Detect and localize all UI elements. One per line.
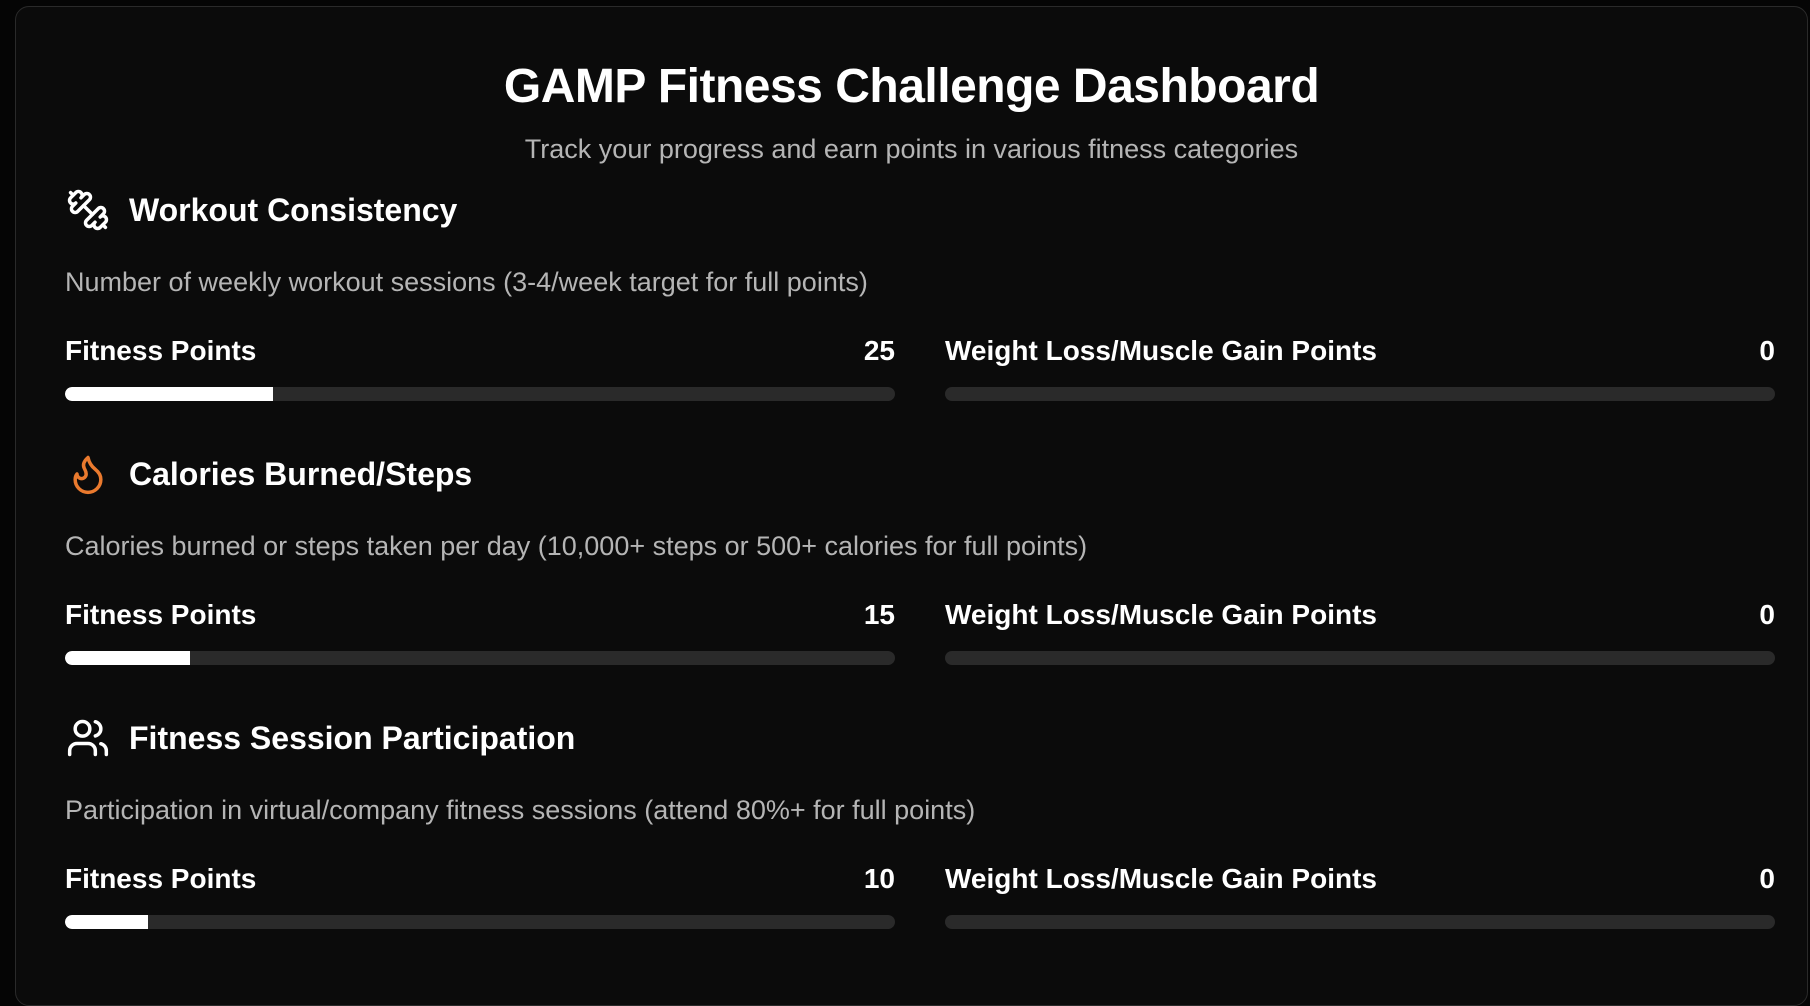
progress-fill [65,387,273,401]
fitness-points-metric: Fitness Points 10 [65,863,895,929]
weight-points-label: Weight Loss/Muscle Gain Points [945,335,1377,366]
weight-points-progress-bar [945,915,1775,929]
fitness-points-label: Fitness Points [65,599,257,630]
section-description: Number of weekly workout sessions (3-4/w… [65,267,868,297]
dashboard-header: GAMP Fitness Challenge Dashboard Track y… [16,7,1807,165]
weight-points-metric: Weight Loss/Muscle Gain Points 0 [945,863,1775,929]
section-title: Calories Burned/Steps [129,455,473,492]
section-description: Calories burned or steps taken per day (… [65,531,1088,561]
weight-points-value: 0 [1759,335,1775,366]
users-icon [65,715,111,761]
fitness-points-metric: Fitness Points 25 [65,335,895,401]
fitness-points-value: 15 [863,599,895,630]
section-title: Fitness Session Participation [129,719,576,756]
section-title: Workout Consistency [129,191,458,228]
page-title: GAMP Fitness Challenge Dashboard [503,60,1320,113]
fitness-points-metric: Fitness Points 15 [65,599,895,665]
flame-icon [65,451,111,497]
fitness-points-value: 10 [863,863,895,894]
weight-points-value: 0 [1759,863,1775,894]
fitness-points-progress-bar [65,387,895,401]
fitness-points-label: Fitness Points [65,335,257,366]
section-description: Participation in virtual/company fitness… [65,795,976,825]
weight-points-progress-bar [945,387,1775,401]
weight-points-label: Weight Loss/Muscle Gain Points [945,863,1377,894]
fitness-points-value: 25 [863,335,895,366]
weight-points-value: 0 [1759,599,1775,630]
section-calories-burned-steps: Calories Burned/Steps Calories burned or… [65,449,1775,665]
weight-points-label: Weight Loss/Muscle Gain Points [945,599,1377,630]
page-subtitle: Track your progress and earn points in v… [524,134,1299,164]
dashboard-card: GAMP Fitness Challenge Dashboard Track y… [15,6,1808,1006]
section-fitness-session-participation: Fitness Session Participation Participat… [65,713,1775,929]
dumbbell-icon [65,187,111,233]
weight-points-metric: Weight Loss/Muscle Gain Points 0 [945,335,1775,401]
weight-points-metric: Weight Loss/Muscle Gain Points 0 [945,599,1775,665]
fitness-points-label: Fitness Points [65,863,257,894]
fitness-points-progress-bar [65,915,895,929]
progress-fill [65,651,190,665]
progress-fill [65,915,148,929]
section-workout-consistency: Workout Consistency Number of weekly wor… [65,185,1775,401]
fitness-points-progress-bar [65,651,895,665]
weight-points-progress-bar [945,651,1775,665]
